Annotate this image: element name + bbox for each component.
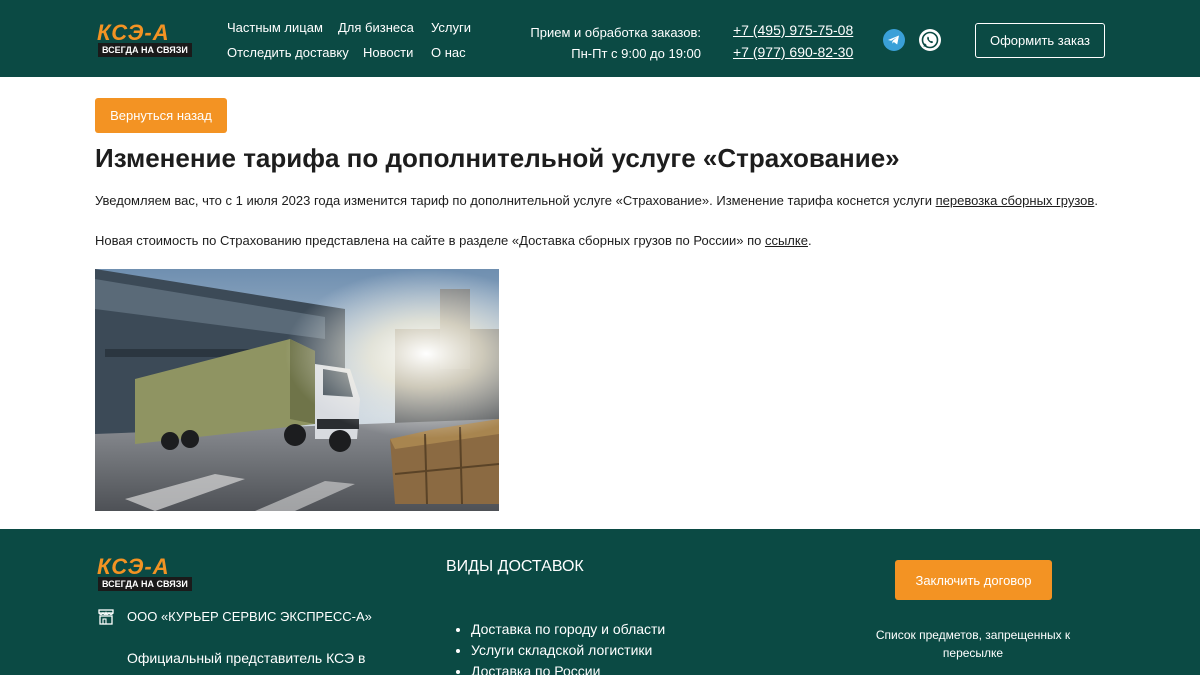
prohibited-items-link[interactable]: Список предметов, запрещенных к пересылк… bbox=[865, 626, 1081, 662]
logo-mark: КСЭ-А bbox=[97, 20, 170, 45]
logo-tagline: ВСЕГДА НА СВЯЗИ bbox=[98, 43, 192, 57]
nav-news[interactable]: Новости bbox=[363, 45, 413, 60]
nav-services[interactable]: Услуги bbox=[431, 20, 471, 35]
working-hours: Прием и обработка заказов: Пн-Пт с 9:00 … bbox=[530, 22, 701, 64]
footer-logo-tagline: ВСЕГДА НА СВЯЗИ bbox=[98, 577, 192, 591]
delivery-item-russia[interactable]: Доставка по России bbox=[471, 661, 665, 675]
phone-2[interactable]: +7 (977) 690-82-30 bbox=[733, 41, 853, 63]
footer-logo-mark: КСЭ-А bbox=[97, 554, 170, 579]
delivery-item-warehouse[interactable]: Услуги складской логистики bbox=[471, 640, 665, 661]
truck-warehouse-image bbox=[95, 269, 499, 511]
site-footer: КСЭ-А ВСЕГДА НА СВЯЗИ ООО «КУРЬЕР СЕРВИС… bbox=[0, 529, 1200, 675]
price-paragraph: Новая стоимость по Страхованию представл… bbox=[95, 231, 812, 251]
nav-tracking[interactable]: Отследить доставку bbox=[227, 45, 349, 60]
representative-text: Официальный представитель КСЭ в bbox=[127, 650, 366, 666]
order-button[interactable]: Оформить заказ bbox=[975, 23, 1105, 58]
notice-paragraph: Уведомляем вас, что с 1 июля 2023 года и… bbox=[95, 191, 1105, 211]
back-button[interactable]: Вернуться назад bbox=[95, 98, 227, 133]
notice-text: Уведомляем вас, что с 1 июля 2023 года и… bbox=[95, 193, 936, 208]
groupage-link[interactable]: перевозка сборных грузов bbox=[936, 193, 1095, 208]
notice-text-end: . bbox=[1094, 193, 1098, 208]
delivery-types-heading: ВИДЫ ДОСТАВОК bbox=[446, 558, 584, 575]
contract-button[interactable]: Заключить договор bbox=[895, 560, 1052, 600]
delivery-types-list: Доставка по городу и области Услуги скла… bbox=[471, 619, 665, 675]
phone-1[interactable]: +7 (495) 975-75-08 bbox=[733, 19, 853, 41]
nav-business[interactable]: Для бизнеса bbox=[338, 20, 414, 35]
price-text: Новая стоимость по Страхованию представл… bbox=[95, 233, 765, 248]
hours-value: Пн-Пт с 9:00 до 19:00 bbox=[571, 46, 701, 61]
delivery-item-city[interactable]: Доставка по городу и области bbox=[471, 619, 665, 640]
store-icon bbox=[98, 609, 114, 625]
footer-logo[interactable]: КСЭ-А ВСЕГДА НА СВЯЗИ bbox=[97, 556, 197, 592]
telegram-icon[interactable] bbox=[883, 29, 905, 51]
whatsapp-icon[interactable] bbox=[919, 29, 941, 51]
site-header: КСЭ-А ВСЕГДА НА СВЯЗИ Частным лицам Для … bbox=[0, 0, 1200, 77]
price-link[interactable]: ссылке bbox=[765, 233, 808, 248]
logo[interactable]: КСЭ-А ВСЕГДА НА СВЯЗИ bbox=[97, 22, 197, 58]
company-name: ООО «КУРЬЕР СЕРВИС ЭКСПРЕСС-А» bbox=[127, 609, 372, 624]
page-title: Изменение тарифа по дополнительной услуг… bbox=[95, 143, 900, 173]
nav-private[interactable]: Частным лицам bbox=[227, 20, 323, 35]
phone-list: +7 (495) 975-75-08 +7 (977) 690-82-30 bbox=[733, 19, 853, 63]
hours-label: Прием и обработка заказов: bbox=[530, 25, 701, 40]
nav-about[interactable]: О нас bbox=[431, 45, 466, 60]
price-text-end: . bbox=[807, 233, 812, 248]
